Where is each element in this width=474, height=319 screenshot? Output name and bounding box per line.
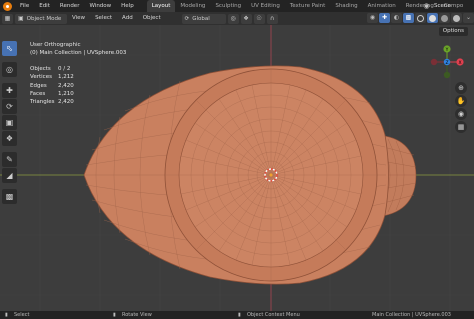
blender-logo-icon[interactable]	[3, 1, 12, 11]
header-menu-select[interactable]: Select	[90, 12, 117, 25]
status-select-label: Select	[14, 312, 30, 318]
menu-edit[interactable]: Edit	[34, 0, 55, 12]
pan-hand-icon[interactable]: ✋	[455, 95, 467, 107]
collection-label: (0) Main Collection | UVSphere.003	[30, 50, 127, 56]
object-mode-icon: ▣	[18, 15, 24, 22]
top-menu-bar: File Edit Render Window Help Layout Mode…	[0, 0, 474, 12]
navigation-gizmo: X Y Z	[430, 45, 464, 79]
rotate-tool-icon[interactable]: ⟳	[2, 99, 17, 114]
falloff-icon[interactable]: ∩	[266, 13, 278, 24]
3d-viewport[interactable]: X Y Z User Orthographic (0) Main Collect…	[0, 25, 474, 311]
stat-value: 2,420	[58, 99, 74, 106]
orientation-label: Global	[192, 15, 210, 22]
status-mouse-left-icon: ▮	[5, 312, 8, 318]
annotate-tool-icon[interactable]: ✎	[2, 152, 17, 167]
header-menu-add[interactable]: Add	[117, 12, 138, 25]
gizmo-toggle-icon[interactable]: ✚	[379, 13, 390, 23]
editor-type-icon[interactable]: ▦	[2, 13, 13, 24]
view-name-label: User Orthographic	[30, 42, 81, 48]
shading-options-icon[interactable]: ⌄	[463, 13, 474, 23]
move-tool-icon[interactable]: ✚	[2, 83, 17, 98]
header-menu-view[interactable]: View	[67, 12, 90, 25]
tab-modeling[interactable]: Modeling	[175, 0, 210, 12]
pivot-icon[interactable]: ◎	[227, 13, 239, 24]
select-box-tool-icon[interactable]: ⬁	[2, 41, 17, 56]
status-mouse-right-icon: ▮	[238, 312, 241, 318]
status-bar: ▮ Select ▮ Rotate View ▮ Object Context …	[0, 311, 474, 319]
menu-window[interactable]: Window	[84, 0, 116, 12]
measure-tool-icon[interactable]: ◢	[2, 168, 17, 183]
stat-label: Vertices	[30, 74, 52, 81]
perspective-toggle-icon[interactable]: ▦	[455, 121, 467, 133]
stat-label: Objects	[30, 66, 51, 72]
gizmo-z-label: Z	[445, 60, 448, 66]
zoom-icon[interactable]: ⊕	[455, 82, 467, 94]
stat-value: 2,420	[58, 82, 74, 89]
menu-file[interactable]: File	[15, 0, 34, 12]
viewport-header: ▦ ▣ Object Mode View Select Add Object ⟳…	[0, 12, 474, 25]
stat-value: 1,212	[58, 74, 74, 81]
scene-icon[interactable]: ◉	[422, 2, 431, 11]
stat-label: Faces	[30, 90, 46, 97]
tab-layout[interactable]: Layout	[146, 0, 176, 12]
rendered-shading-icon[interactable]	[451, 13, 462, 23]
menu-help[interactable]: Help	[116, 0, 139, 12]
tab-texture-paint[interactable]: Texture Paint	[285, 0, 331, 12]
snap-icon[interactable]: ❖	[240, 13, 252, 24]
options-button[interactable]: Options	[438, 27, 468, 36]
transform-orientation-select[interactable]: ⟳ Global	[181, 13, 226, 24]
status-info-label: Main Collection | UVSphere.003	[372, 312, 451, 318]
mode-select-label: Object Mode	[26, 15, 62, 22]
status-mouse-middle-icon: ▮	[113, 312, 116, 318]
stat-row: Triangles 2,420	[30, 98, 74, 106]
wireframe-shading-icon[interactable]	[415, 13, 426, 23]
mode-select[interactable]: ▣ Object Mode	[15, 13, 67, 24]
tab-shading[interactable]: Shading	[330, 0, 362, 12]
scene-name-field[interactable]: Scene	[434, 3, 474, 9]
stat-row: Edges 2,420	[30, 82, 74, 90]
stat-row: Objects 0 / 2	[30, 65, 74, 73]
solid-shading-icon[interactable]	[427, 13, 438, 23]
tab-uv-editing[interactable]: UV Editing	[246, 0, 285, 12]
header-menu-object[interactable]: Object	[138, 12, 166, 25]
stat-value: 0 / 2	[58, 66, 71, 72]
menu-render[interactable]: Render	[55, 0, 85, 12]
stat-row: Faces 1,210	[30, 90, 74, 98]
camera-view-icon[interactable]: ◉	[455, 108, 467, 120]
proportional-edit-icon[interactable]: ☉	[253, 13, 265, 24]
stat-label: Edges	[30, 82, 47, 89]
visibility-icon[interactable]: ◉	[367, 13, 378, 23]
tool-shelf: ⬁ ◎ ✚ ⟳ ▣ ❖ ✎ ◢ ▩	[2, 41, 17, 204]
status-context-label: Object Context Menu	[247, 312, 300, 318]
xray-toggle-icon[interactable]: ▩	[403, 13, 414, 23]
stat-row: Vertices 1,212	[30, 73, 74, 81]
scale-tool-icon[interactable]: ▣	[2, 115, 17, 130]
gizmo-y-label: Y	[445, 47, 449, 53]
stat-label: Triangles	[30, 99, 55, 106]
add-cube-tool-icon[interactable]: ▩	[2, 189, 17, 204]
tab-sculpting[interactable]: Sculpting	[210, 0, 246, 12]
tab-animation[interactable]: Animation	[363, 0, 401, 12]
status-rotate-label: Rotate View	[122, 312, 152, 318]
material-shading-icon[interactable]	[439, 13, 450, 23]
gizmo-x-label: X	[458, 60, 461, 66]
orientation-icon: ⟳	[184, 15, 190, 22]
scene-statistics: Objects 0 / 2 Vertices 1,212 Edges 2,420 Fa…	[30, 65, 74, 106]
stat-value: 1,210	[58, 90, 74, 97]
transform-tool-icon[interactable]: ❖	[2, 131, 17, 146]
overlay-toggle-icon[interactable]: ◐	[391, 13, 402, 23]
cursor-tool-icon[interactable]: ◎	[2, 62, 17, 77]
